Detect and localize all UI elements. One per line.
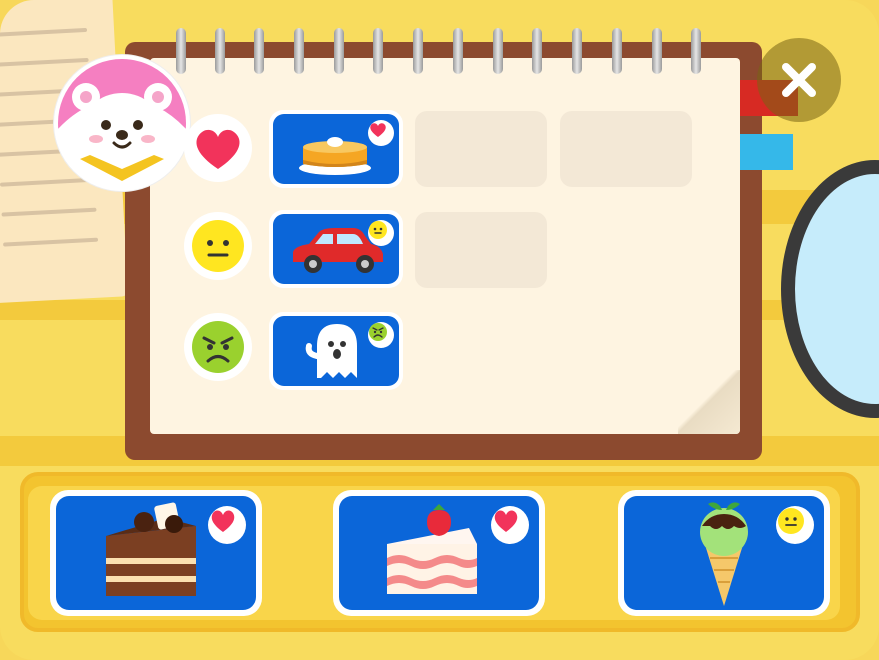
choice-card-mint-ice-cream[interactable]: [618, 490, 830, 616]
spiral-ring: [254, 28, 264, 74]
reaction-badge: [368, 120, 394, 146]
neutral-face-icon: [192, 220, 244, 272]
game-scene: [0, 0, 879, 660]
spiral-ring: [294, 28, 304, 74]
spiral-ring: [215, 28, 225, 74]
close-button[interactable]: [757, 38, 841, 122]
spiral-ring: [493, 28, 503, 74]
reaction-badge: [491, 506, 529, 544]
notebook-card-car[interactable]: [269, 210, 403, 288]
spiral-ring: [652, 28, 662, 74]
empty-slot[interactable]: [415, 111, 547, 187]
spiral-ring: [373, 28, 383, 74]
heart-icon: [211, 510, 235, 532]
spiral-ring: [176, 28, 186, 74]
empty-slot[interactable]: [560, 111, 692, 187]
reaction-badge: [776, 506, 814, 544]
heart-icon: [196, 129, 240, 169]
bear-avatar: [54, 55, 190, 191]
reaction-badge: [368, 220, 394, 246]
spiral-ring: [413, 28, 423, 74]
spiral-ring: [453, 28, 463, 74]
angry-category-icon: [184, 313, 252, 381]
heart-category-icon: [184, 114, 252, 182]
spiral-ring: [691, 28, 701, 74]
spiral-ring: [532, 28, 542, 74]
spiral-ring: [572, 28, 582, 74]
notebook-card-pudding[interactable]: [269, 110, 403, 188]
angry-face-icon: [192, 321, 244, 373]
notebook-tab-blue: [738, 134, 793, 170]
notebook-card-ghost[interactable]: [269, 312, 403, 390]
spiral-ring: [334, 28, 344, 74]
spiral-ring: [612, 28, 622, 74]
reaction-badge: [368, 322, 394, 348]
choice-card-strawberry-shortcake[interactable]: [333, 490, 545, 616]
neutral-face-icon: [778, 508, 804, 534]
neutral-face-icon: [369, 221, 387, 239]
empty-slot[interactable]: [415, 212, 547, 288]
heart-icon: [494, 510, 518, 532]
choice-card-chocolate-cake[interactable]: [50, 490, 262, 616]
heart-icon: [370, 123, 386, 137]
close-icon: [782, 63, 816, 97]
page-curl: [678, 370, 740, 434]
angry-face-icon: [369, 323, 387, 341]
neutral-category-icon: [184, 212, 252, 280]
reaction-badge: [208, 506, 246, 544]
